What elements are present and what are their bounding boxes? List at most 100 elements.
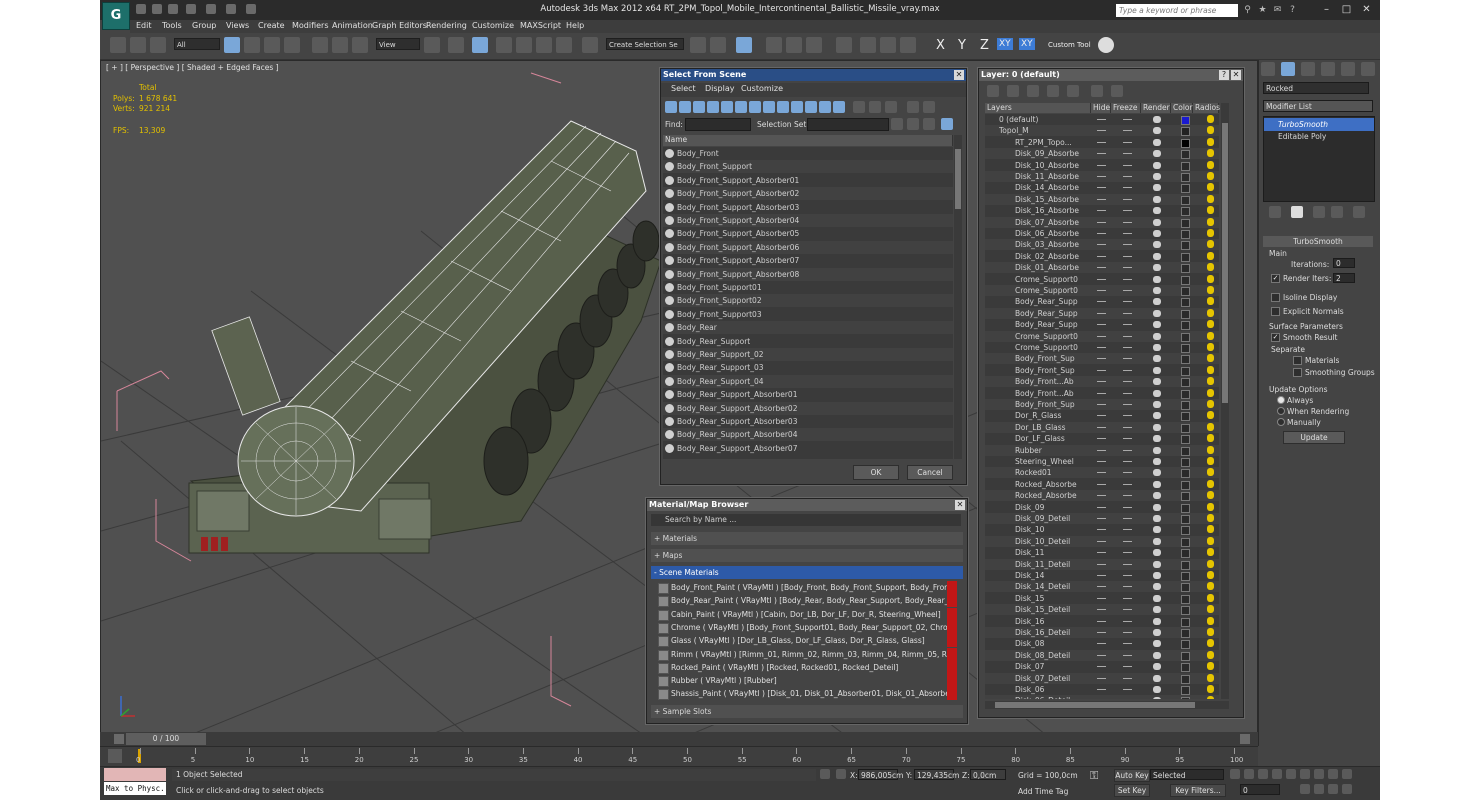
- menu-customize[interactable]: Customize: [472, 21, 514, 30]
- color-swatch[interactable]: [1181, 606, 1190, 616]
- layer-row[interactable]: Disk_07_Deteil: [985, 672, 1219, 684]
- hide-dash[interactable]: [1097, 141, 1106, 143]
- move-icon[interactable]: [312, 37, 328, 53]
- layer-row[interactable]: Disk_06: [985, 684, 1219, 695]
- layer-row[interactable]: Body_Front_Sup: [985, 353, 1219, 365]
- color-swatch[interactable]: [1181, 344, 1190, 353]
- layer-row[interactable]: Disk_07_Absorbe: [985, 216, 1219, 228]
- menu-rendering[interactable]: Rendering: [426, 21, 467, 30]
- hide-dash[interactable]: [1097, 506, 1106, 508]
- update-rendering-radio[interactable]: [1277, 407, 1285, 415]
- hide-dash[interactable]: [1097, 324, 1106, 326]
- add-time-tag-button[interactable]: Add Time Tag: [1018, 787, 1068, 796]
- scene-object-item[interactable]: Body_Front_Support01: [663, 281, 953, 294]
- radiosity-bulb-icon[interactable]: [1207, 308, 1214, 317]
- freeze-dash[interactable]: [1123, 392, 1132, 394]
- freeze-dash[interactable]: [1123, 426, 1132, 428]
- window-crossing-icon[interactable]: [284, 37, 300, 53]
- freeze-dash[interactable]: [1123, 540, 1132, 542]
- material-browser-title[interactable]: Material/Map Browser: [647, 499, 967, 511]
- freeze-dash[interactable]: [1123, 643, 1132, 645]
- close-icon[interactable]: ✕: [954, 70, 964, 80]
- render-teapot-icon[interactable]: [1153, 366, 1161, 374]
- axis-y-button[interactable]: Y: [958, 38, 966, 53]
- radiosity-bulb-icon[interactable]: [1207, 172, 1214, 180]
- radiosity-bulb-icon[interactable]: [1207, 559, 1214, 568]
- layer-row[interactable]: Dor_R_Glass: [985, 410, 1219, 422]
- key-filters-button[interactable]: Key Filters...: [1170, 784, 1226, 797]
- utilities-tab-icon[interactable]: [1361, 62, 1375, 76]
- render-iters-checkbox[interactable]: ✓: [1271, 274, 1280, 283]
- color-swatch[interactable]: [1181, 389, 1190, 399]
- layer-row[interactable]: Disk_15_Deteil: [985, 604, 1219, 616]
- layer-row[interactable]: Disk_10: [985, 524, 1219, 536]
- sfs-scrollbar[interactable]: [954, 135, 962, 459]
- hide-dash[interactable]: [1097, 369, 1106, 371]
- stack-item-editable-poly[interactable]: Editable Poly: [1264, 130, 1374, 143]
- radiosity-bulb-icon[interactable]: [1207, 571, 1214, 579]
- hide-dash[interactable]: [1097, 677, 1106, 679]
- menu-edit[interactable]: Edit: [136, 21, 152, 30]
- freeze-dash[interactable]: [1123, 563, 1132, 565]
- radiosity-bulb-icon[interactable]: [1207, 696, 1214, 699]
- isoline-display-checkbox[interactable]: [1271, 293, 1280, 302]
- render-teapot-icon[interactable]: [1153, 629, 1161, 636]
- freeze-dash[interactable]: [1123, 210, 1132, 212]
- color-swatch[interactable]: [1181, 252, 1190, 262]
- scene-object-item[interactable]: Body_Rear: [663, 321, 953, 335]
- color-swatch[interactable]: [1181, 435, 1190, 445]
- color-swatch[interactable]: [1181, 674, 1190, 684]
- layer-row[interactable]: Disk_16: [985, 615, 1219, 627]
- radiosity-bulb-icon[interactable]: [1207, 263, 1214, 272]
- radiosity-bulb-icon[interactable]: [1207, 582, 1214, 591]
- select-from-scene-title[interactable]: Select From Scene: [661, 69, 966, 81]
- render-teapot-icon[interactable]: [1153, 332, 1161, 340]
- scene-object-item[interactable]: Body_Front_Support_Absorber06: [663, 240, 953, 254]
- display-hidden-icon[interactable]: [819, 101, 831, 113]
- layer-manager-icon[interactable]: [736, 37, 752, 53]
- go-to-start-icon[interactable]: [1230, 769, 1240, 779]
- render-teapot-icon[interactable]: [1153, 606, 1161, 614]
- y-coord-field[interactable]: 129,435cm: [914, 769, 959, 780]
- layer-row[interactable]: Disk_14_Absorbe: [985, 182, 1219, 194]
- set-key-button[interactable]: Set Key: [1114, 784, 1150, 797]
- hide-dash[interactable]: [1097, 449, 1106, 451]
- scene-object-item[interactable]: Body_Front_Support: [663, 160, 953, 174]
- hide-dash[interactable]: [1097, 210, 1106, 212]
- render-setup-icon[interactable]: [860, 37, 876, 53]
- graphite-modeling-icon[interactable]: [766, 37, 782, 53]
- display-none-icon[interactable]: [853, 101, 865, 113]
- radiosity-bulb-icon[interactable]: [1207, 320, 1214, 329]
- render-teapot-icon[interactable]: [1153, 526, 1161, 534]
- render-production-icon[interactable]: [900, 37, 916, 53]
- curve-editor-icon[interactable]: [786, 37, 802, 53]
- layer-row[interactable]: Disk_09_Deteil: [985, 513, 1219, 524]
- scene-object-item[interactable]: Body_Front_Support_Absorber02: [663, 187, 953, 201]
- radiosity-bulb-icon[interactable]: [1207, 536, 1214, 545]
- render-teapot-icon[interactable]: [1153, 458, 1161, 465]
- scene-material-item[interactable]: Glass ( VRayMtl ) [Dor_LB_Glass, Dor_LF_…: [657, 634, 957, 648]
- render-teapot-icon[interactable]: [1153, 355, 1161, 363]
- scene-object-item[interactable]: Body_Front_Support02: [663, 294, 953, 308]
- layer-row[interactable]: Rocked_Absorbe: [985, 478, 1219, 490]
- hide-dash[interactable]: [1097, 654, 1106, 656]
- invert-display-icon[interactable]: [869, 101, 881, 113]
- freeze-dash[interactable]: [1123, 153, 1132, 155]
- color-swatch[interactable]: [1181, 537, 1190, 547]
- select-highlighted-icon[interactable]: [1047, 85, 1059, 97]
- schematic-view-icon[interactable]: [806, 37, 822, 53]
- time-slider-thumb[interactable]: 0 / 100: [126, 733, 206, 745]
- radiosity-bulb-icon[interactable]: [1207, 331, 1214, 340]
- freeze-dash[interactable]: [1123, 620, 1132, 622]
- radiosity-bulb-icon[interactable]: [1207, 628, 1214, 636]
- render-teapot-icon[interactable]: [1153, 116, 1161, 123]
- hide-dash[interactable]: [1097, 586, 1106, 588]
- make-unique-icon[interactable]: [1313, 206, 1325, 218]
- render-teapot-icon[interactable]: [1153, 651, 1161, 659]
- layer-row[interactable]: Disk_15: [985, 592, 1219, 604]
- freeze-dash[interactable]: [1123, 335, 1132, 337]
- hide-dash[interactable]: [1097, 404, 1106, 405]
- modify-tab-icon[interactable]: [1281, 62, 1295, 76]
- radiosity-bulb-icon[interactable]: [1207, 115, 1214, 123]
- color-swatch[interactable]: [1181, 572, 1190, 581]
